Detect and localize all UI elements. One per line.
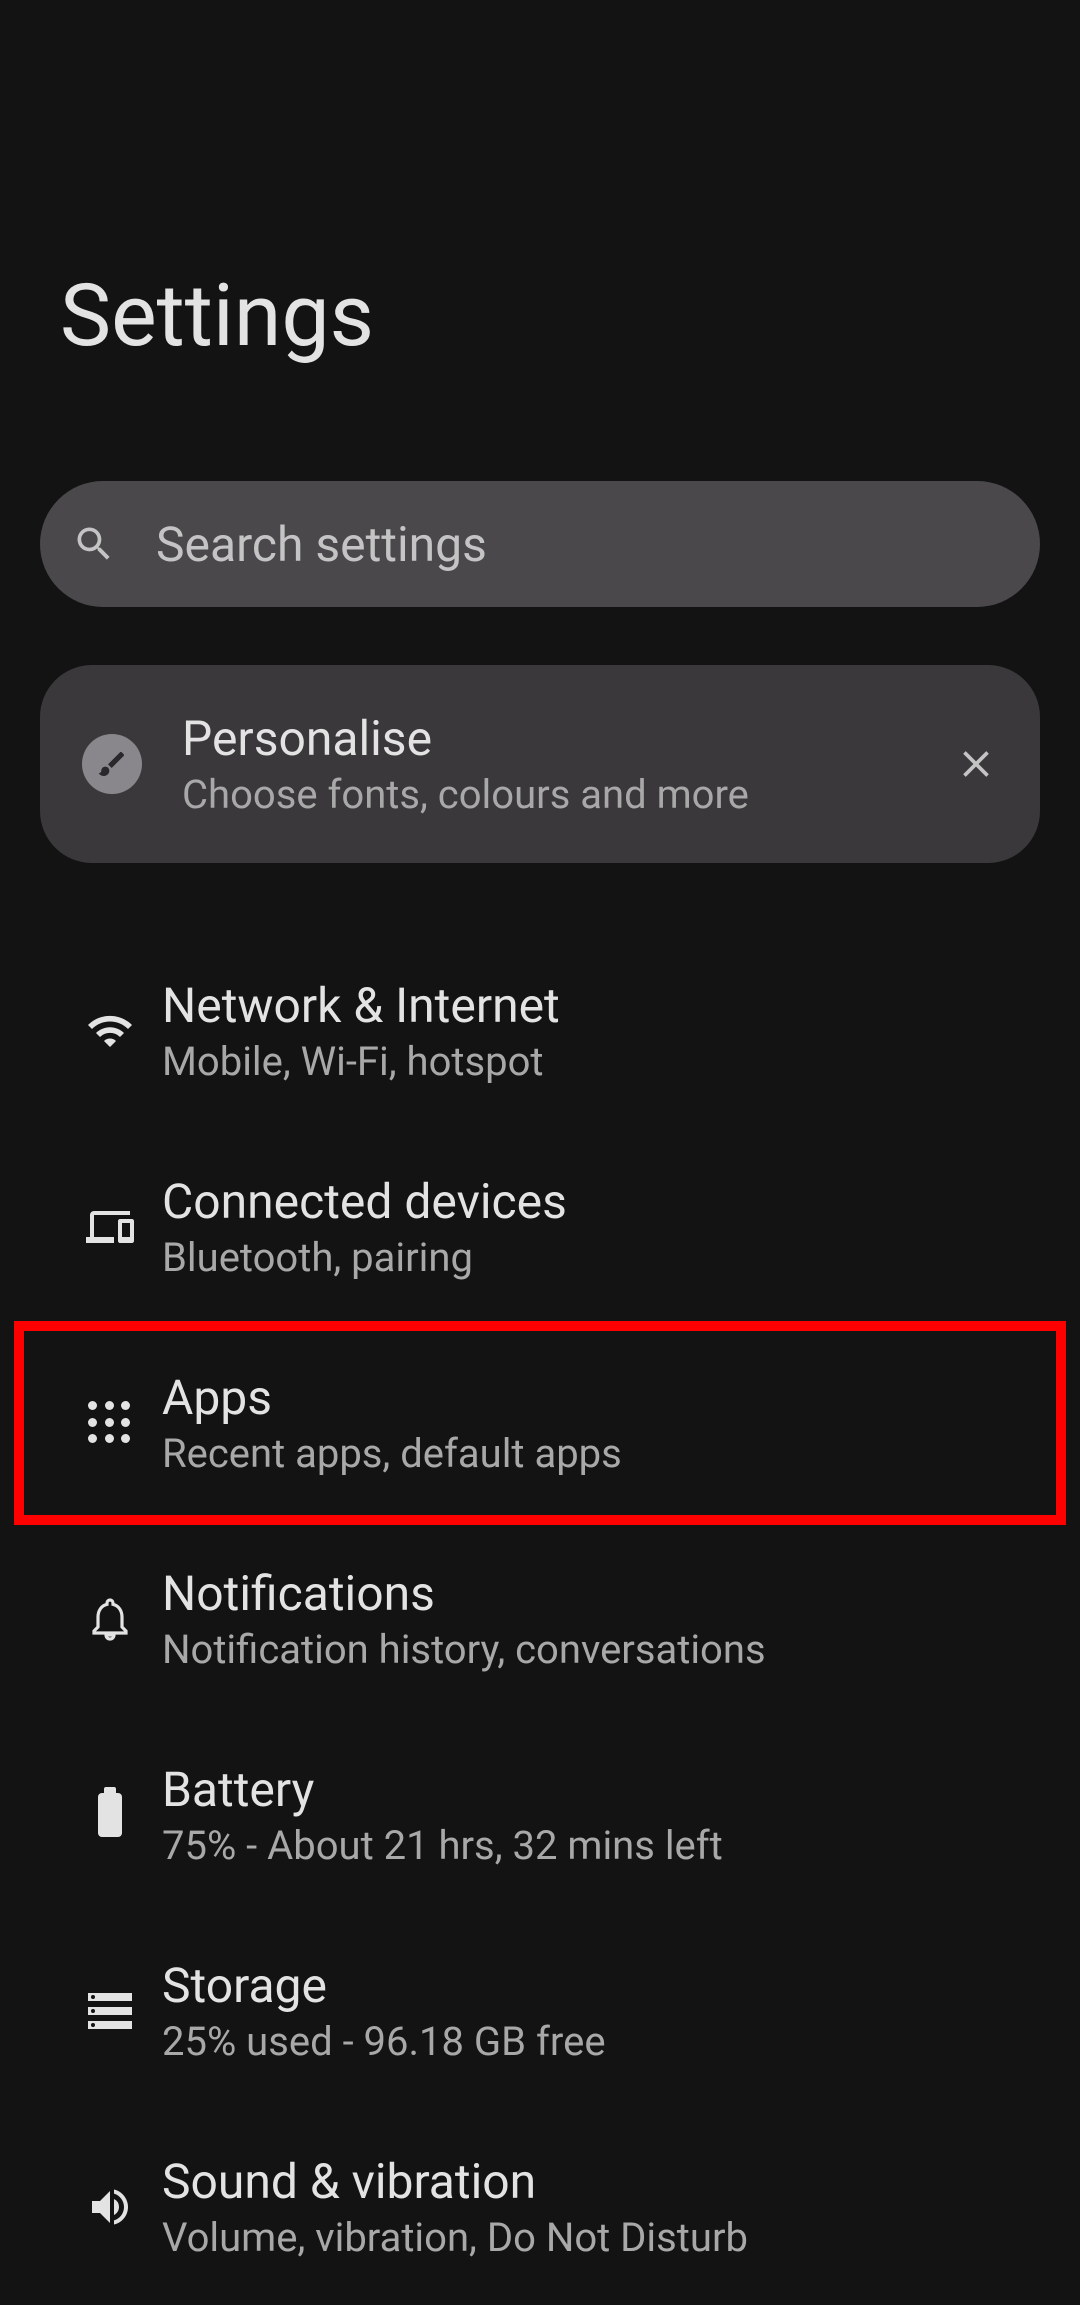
list-item-network[interactable]: Network & Internet Mobile, Wi-Fi, hotspo… [40,933,1040,1129]
connected-devices-subtitle: Bluetooth, pairing [162,1234,1020,1281]
page-title: Settings [60,265,1040,366]
devices-icon [86,1203,134,1251]
battery-icon [98,1793,122,1837]
battery-subtitle: 75% - About 21 hrs, 32 mins left [162,1822,1020,1869]
search-bar[interactable]: Search settings [40,481,1040,607]
storage-subtitle: 25% used - 96.18 GB free [162,2018,1020,2065]
network-title: Network & Internet [162,977,1020,1034]
connected-devices-title: Connected devices [162,1173,1020,1230]
list-item-connected-devices[interactable]: Connected devices Bluetooth, pairing [40,1129,1040,1325]
search-placeholder: Search settings [156,516,487,573]
personalise-title: Personalise [182,710,954,767]
personalise-subtitle: Choose fonts, colours and more [182,771,954,818]
list-item-notifications[interactable]: Notifications Notification history, conv… [40,1521,1040,1717]
close-icon[interactable] [954,742,998,786]
apps-subtitle: Recent apps, default apps [162,1430,1020,1477]
brush-icon [96,748,128,780]
personalise-card[interactable]: Personalise Choose fonts, colours and mo… [40,665,1040,863]
list-item-battery[interactable]: Battery 75% - About 21 hrs, 32 mins left [40,1717,1040,1913]
apps-icon [88,1401,132,1445]
sound-title: Sound & vibration [162,2153,1020,2210]
search-icon [72,522,116,566]
volume-icon [86,2183,134,2231]
storage-title: Storage [162,1957,1020,2014]
bell-icon [86,1595,134,1643]
list-item-storage[interactable]: Storage 25% used - 96.18 GB free [40,1913,1040,2109]
list-item-apps[interactable]: Apps Recent apps, default apps [40,1325,1040,1521]
network-subtitle: Mobile, Wi-Fi, hotspot [162,1038,1020,1085]
brush-icon-wrap [82,734,142,794]
battery-title: Battery [162,1761,1020,1818]
notifications-title: Notifications [162,1565,1020,1622]
apps-title: Apps [162,1369,1020,1426]
wifi-icon [86,1007,134,1055]
storage-icon [88,1993,132,2029]
notifications-subtitle: Notification history, conversations [162,1626,1020,1673]
sound-subtitle: Volume, vibration, Do Not Disturb [162,2214,1020,2261]
list-item-sound[interactable]: Sound & vibration Volume, vibration, Do … [40,2109,1040,2305]
